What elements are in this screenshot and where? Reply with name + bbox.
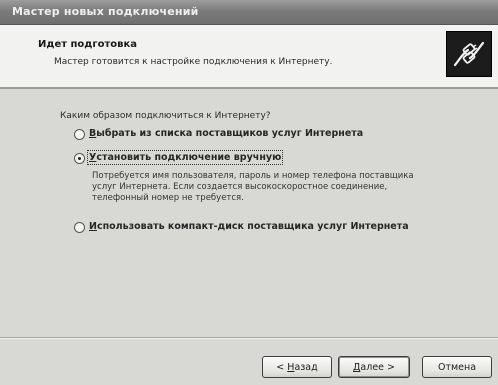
radio-choose-from-isp-list[interactable] [74,129,85,140]
wizard-window: Мастер новых подключений Идет подготовка… [0,0,498,385]
option-use-isp-cd-label[interactable]: Использовать компакт-диск поставщика усл… [89,221,409,232]
wizard-header: Идет подготовка Мастер готовится к настр… [0,25,498,89]
option-manual-setup-label[interactable]: Установить подключение вручную [86,150,284,165]
radio-manual-setup[interactable] [74,153,85,164]
manual-setup-description: Потребуется имя пользователя, пароль и н… [92,171,414,203]
header-subtitle: Мастер готовится к настройке подключения… [54,57,333,67]
title-bar[interactable]: Мастер новых подключений [0,0,498,25]
button-separator [0,337,498,339]
back-button[interactable]: < Назад [262,356,332,378]
cancel-button[interactable]: Отмена [422,356,492,378]
option-choose-from-isp-list-label[interactable]: Выбрать из списка поставщиков услуг Инте… [89,128,363,139]
window-title: Мастер новых подключений [12,5,199,18]
radio-use-isp-cd[interactable] [74,222,85,233]
network-connection-icon [446,31,492,77]
next-button[interactable]: Далее > [338,356,410,378]
connection-question: Каким образом подключиться к Интернету? [60,111,271,121]
header-title: Идет подготовка [38,39,137,50]
wizard-content: Каким образом подключиться к Интернету? … [0,89,498,334]
